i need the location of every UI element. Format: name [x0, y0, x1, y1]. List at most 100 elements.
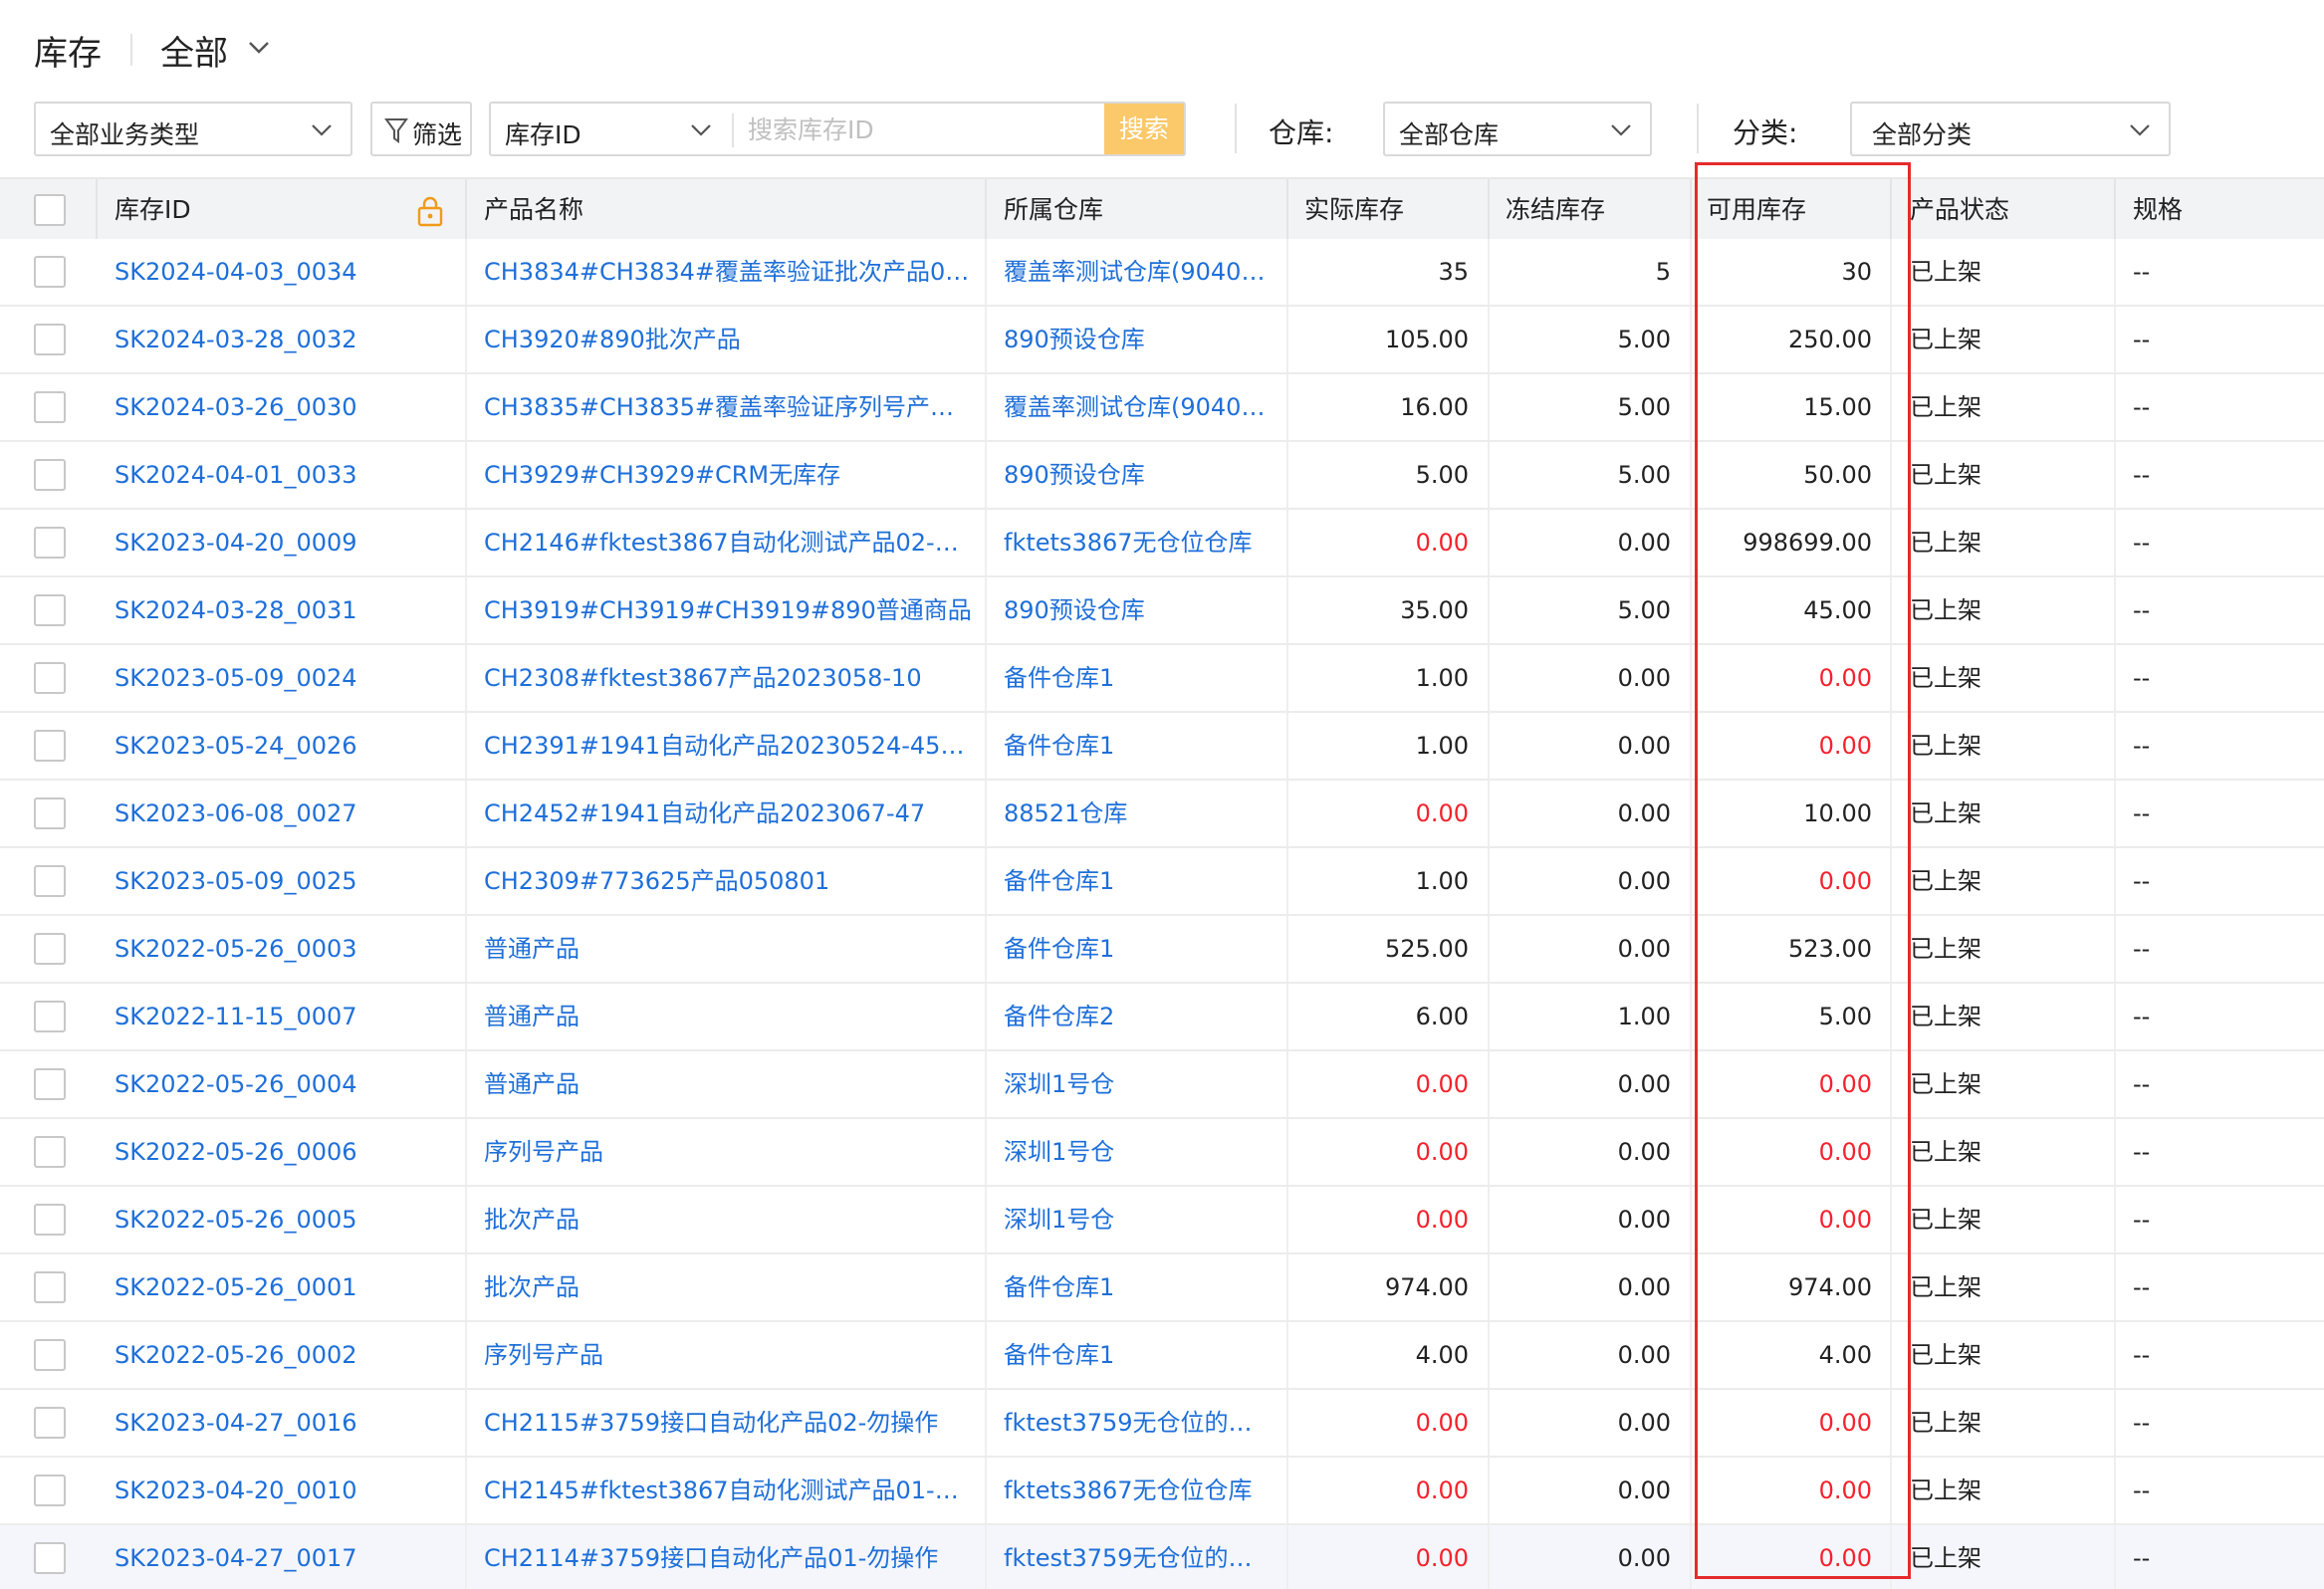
- table-row[interactable]: SK2022-05-26_0005 批次产品 深圳1号仓 0.00 0.00 0.00 已上…: [0, 1187, 2324, 1254]
- table-row[interactable]: SK2024-04-01_0033 CH3929#CH3929#CRM无库存 890…: [0, 442, 2324, 510]
- stock-id-link[interactable]: SK2024-04-03_0034: [115, 239, 453, 305]
- stock-id-link[interactable]: SK2023-04-20_0009: [115, 510, 453, 575]
- row-checkbox[interactable]: [34, 391, 66, 423]
- stock-id-link[interactable]: SK2022-05-26_0002: [115, 1322, 453, 1388]
- product-name-link[interactable]: CH2391#1941自动化产品20230524-45-edit: [484, 713, 972, 779]
- product-name-link[interactable]: CH3919#CH3919#CH3919#890普通商品: [484, 577, 972, 643]
- product-name-link[interactable]: CH2115#3759接口自动化产品02-勿操作: [484, 1390, 972, 1456]
- column-header-id[interactable]: 库存ID: [115, 179, 191, 241]
- product-name-link[interactable]: CH2452#1941自动化产品2023067-47: [484, 781, 972, 846]
- product-name-link[interactable]: 序列号产品: [484, 1119, 972, 1185]
- table-row[interactable]: SK2023-04-27_0017 CH2114#3759接口自动化产品01-勿操…: [0, 1525, 2324, 1589]
- product-name-link[interactable]: 批次产品: [484, 1254, 972, 1320]
- view-selector[interactable]: 全部: [160, 26, 228, 75]
- table-row[interactable]: SK2023-05-09_0024 CH2308#fktest3867产品2023…: [0, 645, 2324, 713]
- warehouse-link[interactable]: 备件仓库1: [1004, 645, 1273, 711]
- stock-id-link[interactable]: SK2024-04-01_0033: [115, 442, 453, 508]
- stock-id-link[interactable]: SK2023-04-20_0010: [115, 1458, 453, 1523]
- product-name-link[interactable]: CH3929#CH3929#CRM无库存: [484, 442, 972, 508]
- stock-id-link[interactable]: SK2023-05-24_0026: [115, 713, 453, 779]
- row-checkbox[interactable]: [34, 459, 66, 491]
- stock-id-link[interactable]: SK2022-11-15_0007: [115, 984, 453, 1049]
- column-header-spec[interactable]: 规格: [2133, 179, 2183, 241]
- warehouse-link[interactable]: fktest3759无仓位的仓库: [1004, 1525, 1273, 1589]
- table-row[interactable]: SK2024-03-28_0031 CH3919#CH3919#CH3919#89…: [0, 577, 2324, 645]
- select-all-checkbox[interactable]: [34, 194, 66, 226]
- warehouse-link[interactable]: 覆盖率测试仓库(9040…: [1004, 239, 1273, 305]
- product-name-link[interactable]: 批次产品: [484, 1187, 972, 1252]
- product-name-link[interactable]: CH2146#fktest3867自动化测试产品02-勿…: [484, 510, 972, 575]
- row-checkbox[interactable]: [34, 256, 66, 288]
- column-header-available[interactable]: 可用库存: [1707, 179, 1806, 241]
- warehouse-link[interactable]: 备件仓库1: [1004, 713, 1273, 779]
- row-checkbox[interactable]: [34, 865, 66, 897]
- column-header-frozen[interactable]: 冻结库存: [1506, 179, 1605, 241]
- row-checkbox[interactable]: [34, 1136, 66, 1168]
- stock-id-link[interactable]: SK2024-03-26_0030: [115, 374, 453, 440]
- product-name-link[interactable]: 普通产品: [484, 1051, 972, 1117]
- table-row[interactable]: SK2022-11-15_0007 普通产品 备件仓库2 6.00 1.00 5.00 已上…: [0, 984, 2324, 1051]
- product-name-link[interactable]: 普通产品: [484, 916, 972, 982]
- search-button[interactable]: 搜索: [1104, 104, 1184, 154]
- row-checkbox[interactable]: [34, 662, 66, 694]
- warehouse-select[interactable]: 全部仓库: [1383, 102, 1652, 156]
- warehouse-link[interactable]: 备件仓库2: [1004, 984, 1273, 1049]
- table-row[interactable]: SK2023-04-20_0009 CH2146#fktest3867自动化测试产…: [0, 510, 2324, 577]
- product-name-link[interactable]: 普通产品: [484, 984, 972, 1049]
- row-checkbox[interactable]: [34, 1271, 66, 1303]
- table-row[interactable]: SK2023-05-09_0025 CH2309#773625产品050801 备件…: [0, 848, 2324, 916]
- table-row[interactable]: SK2022-05-26_0004 普通产品 深圳1号仓 0.00 0.00 0.00 已上…: [0, 1051, 2324, 1119]
- warehouse-link[interactable]: 备件仓库1: [1004, 1254, 1273, 1320]
- product-name-link[interactable]: CH2309#773625产品050801: [484, 848, 972, 914]
- row-checkbox[interactable]: [34, 797, 66, 829]
- row-checkbox[interactable]: [34, 1204, 66, 1236]
- table-row[interactable]: SK2023-06-08_0027 CH2452#1941自动化产品2023067…: [0, 781, 2324, 848]
- stock-id-link[interactable]: SK2023-05-09_0025: [115, 848, 453, 914]
- warehouse-link[interactable]: 890预设仓库: [1004, 577, 1273, 643]
- table-row[interactable]: SK2023-04-27_0016 CH2115#3759接口自动化产品02-勿操…: [0, 1390, 2324, 1458]
- category-select[interactable]: 全部分类: [1850, 102, 2171, 156]
- stock-id-link[interactable]: SK2023-05-09_0024: [115, 645, 453, 711]
- row-checkbox[interactable]: [34, 730, 66, 762]
- row-checkbox[interactable]: [34, 1407, 66, 1439]
- warehouse-link[interactable]: 备件仓库1: [1004, 848, 1273, 914]
- warehouse-link[interactable]: 890预设仓库: [1004, 307, 1273, 372]
- stock-id-link[interactable]: SK2023-04-27_0017: [115, 1525, 453, 1589]
- stock-id-link[interactable]: SK2024-03-28_0032: [115, 307, 453, 372]
- table-row[interactable]: SK2022-05-26_0002 序列号产品 备件仓库1 4.00 0.00 4.00 已…: [0, 1322, 2324, 1390]
- warehouse-link[interactable]: 备件仓库1: [1004, 916, 1273, 982]
- warehouse-link[interactable]: 88521仓库: [1004, 781, 1273, 846]
- search-type-select[interactable]: 库存ID: [505, 115, 581, 151]
- table-row[interactable]: SK2022-05-26_0003 普通产品 备件仓库1 525.00 0.00 523.…: [0, 916, 2324, 984]
- chevron-down-icon[interactable]: [247, 40, 271, 56]
- warehouse-link[interactable]: 890预设仓库: [1004, 442, 1273, 508]
- warehouse-link[interactable]: 备件仓库1: [1004, 1322, 1273, 1388]
- stock-id-link[interactable]: SK2022-05-26_0005: [115, 1187, 453, 1252]
- row-checkbox[interactable]: [34, 324, 66, 355]
- stock-id-link[interactable]: SK2024-03-28_0031: [115, 577, 453, 643]
- row-checkbox[interactable]: [34, 1339, 66, 1371]
- row-checkbox[interactable]: [34, 1542, 66, 1574]
- warehouse-link[interactable]: fktets3867无仓位仓库: [1004, 510, 1273, 575]
- table-row[interactable]: SK2023-05-24_0026 CH2391#1941自动化产品2023052…: [0, 713, 2324, 781]
- column-header-name[interactable]: 产品名称: [484, 179, 583, 241]
- product-name-link[interactable]: CH2308#fktest3867产品2023058-10: [484, 645, 972, 711]
- product-name-link[interactable]: 序列号产品: [484, 1322, 972, 1388]
- table-row[interactable]: SK2024-04-03_0034 CH3834#CH3834#覆盖率验证批次产品…: [0, 239, 2324, 307]
- table-row[interactable]: SK2024-03-26_0030 CH3835#CH3835#覆盖率验证序列号产…: [0, 374, 2324, 442]
- row-checkbox[interactable]: [34, 1001, 66, 1032]
- row-checkbox[interactable]: [34, 594, 66, 626]
- column-header-actual[interactable]: 实际库存: [1304, 179, 1404, 241]
- product-name-link[interactable]: CH3835#CH3835#覆盖率验证序列号产品0…: [484, 374, 972, 440]
- filter-button[interactable]: 筛选: [370, 102, 472, 156]
- product-name-link[interactable]: CH3834#CH3834#覆盖率验证批次产品022…: [484, 239, 972, 305]
- row-checkbox[interactable]: [34, 527, 66, 559]
- product-name-link[interactable]: CH2114#3759接口自动化产品01-勿操作: [484, 1525, 972, 1589]
- row-checkbox[interactable]: [34, 933, 66, 965]
- row-checkbox[interactable]: [34, 1475, 66, 1506]
- table-row[interactable]: SK2022-05-26_0006 序列号产品 深圳1号仓 0.00 0.00 0.00 已…: [0, 1119, 2324, 1187]
- product-name-link[interactable]: CH2145#fktest3867自动化测试产品01-勿…: [484, 1458, 972, 1523]
- stock-id-link[interactable]: SK2023-06-08_0027: [115, 781, 453, 846]
- search-input[interactable]: [748, 112, 1096, 147]
- stock-id-link[interactable]: SK2022-05-26_0004: [115, 1051, 453, 1117]
